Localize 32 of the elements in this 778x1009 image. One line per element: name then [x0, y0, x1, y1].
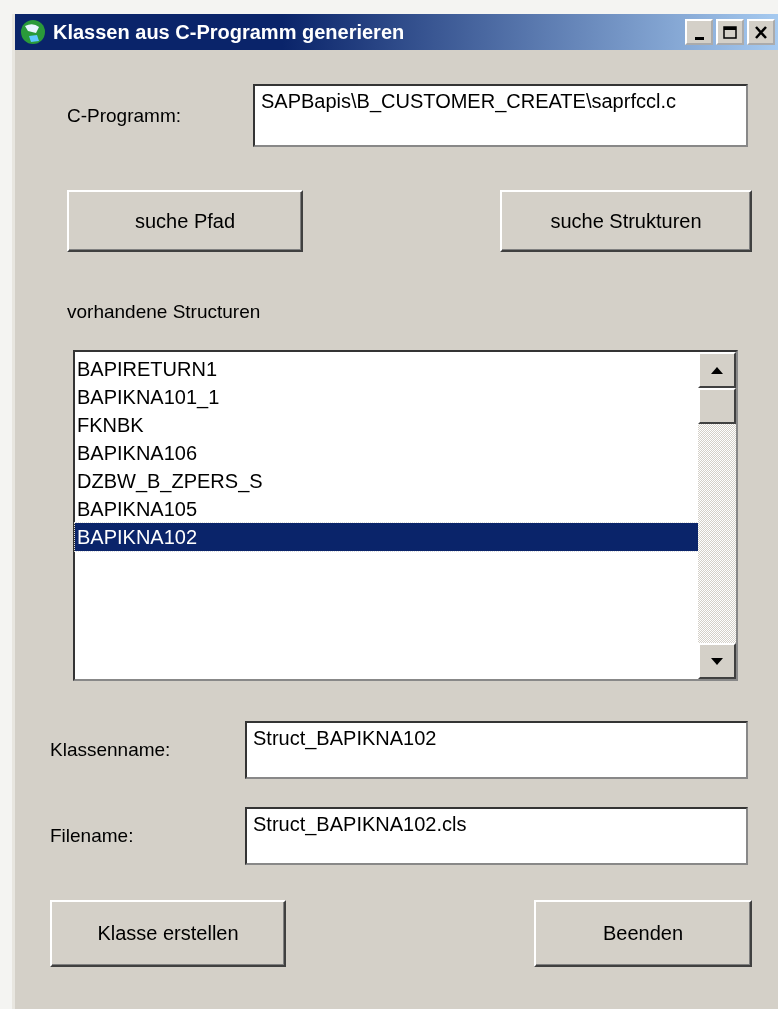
close-button[interactable] — [747, 19, 775, 45]
close-icon — [754, 25, 768, 39]
list-label: vorhandene Structuren — [67, 301, 262, 323]
field-label: Filename: — [50, 825, 135, 847]
list-item[interactable]: BAPIKNA102 — [75, 523, 698, 551]
globe-icon — [19, 18, 47, 46]
minimize-button[interactable] — [685, 19, 713, 45]
minimize-icon — [694, 36, 704, 40]
field-label: C-Programm: — [67, 104, 182, 127]
maximize-button[interactable] — [716, 19, 744, 45]
list-item[interactable]: BAPIRETURN1 — [75, 355, 698, 383]
scrollbar[interactable] — [698, 352, 736, 679]
search-structures-button[interactable]: suche Strukturen — [500, 190, 752, 252]
maximize-icon — [723, 25, 737, 39]
input-field[interactable]: Struct_BAPIKNA102.cls — [245, 807, 748, 865]
search-path-button[interactable]: suche Pfad — [67, 190, 303, 252]
input-field[interactable]: Struct_BAPIKNA102 — [245, 721, 748, 779]
field-label: Klassenname: — [50, 739, 172, 761]
path-field[interactable]: SAPBapis\B_CUSTOMER_CREATE\saprfccl.c — [253, 84, 748, 147]
down-arrow-icon — [711, 657, 723, 665]
scroll-up-button[interactable] — [698, 352, 736, 388]
list-item[interactable]: BAPIKNA106 — [75, 439, 698, 467]
scroll-down-button[interactable] — [698, 643, 736, 679]
create-class-button[interactable]: Klasse erstellen — [50, 900, 286, 967]
scroll-thumb[interactable] — [698, 388, 736, 424]
list-item[interactable]: DZBW_B_ZPERS_S — [75, 467, 698, 495]
window-title: Klassen aus C-Programm generieren — [53, 20, 406, 44]
list-item[interactable]: FKNBK — [75, 411, 698, 439]
exit-button[interactable]: Beenden — [534, 900, 752, 967]
list-item[interactable]: BAPIKNA105 — [75, 495, 698, 523]
up-arrow-icon — [711, 366, 723, 374]
list-item[interactable]: BAPIKNA101_1 — [75, 383, 698, 411]
